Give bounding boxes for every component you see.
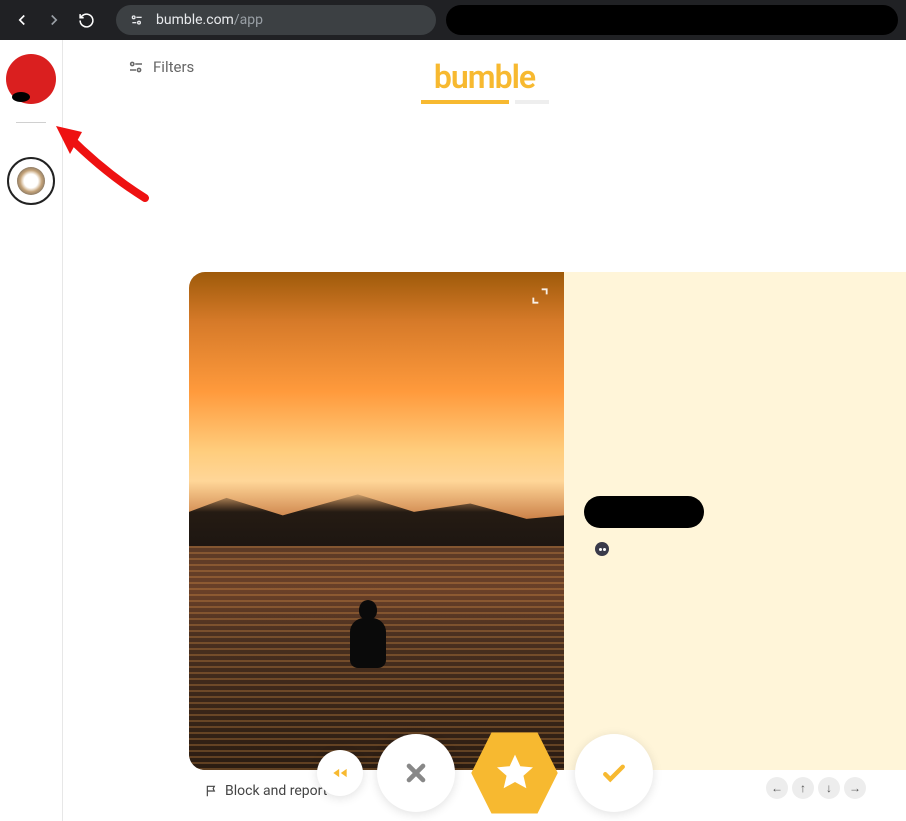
tune-icon xyxy=(127,58,145,76)
mode-tab-inactive[interactable] xyxy=(515,100,549,104)
mode-tab-active[interactable] xyxy=(421,100,509,104)
hint-key-right: → xyxy=(844,777,866,799)
superswipe-button[interactable] xyxy=(469,727,561,819)
match-queue-avatar[interactable] xyxy=(7,157,55,205)
rewind-icon xyxy=(330,763,350,783)
like-button[interactable] xyxy=(575,734,653,812)
redacted-extension-area xyxy=(446,5,898,35)
filters-button[interactable]: Filters xyxy=(127,58,194,76)
url-text: bumble.com/app xyxy=(156,12,263,28)
reload-button[interactable] xyxy=(72,6,100,34)
back-icon xyxy=(13,11,31,29)
profile-name-redacted xyxy=(584,496,704,528)
check-icon xyxy=(599,758,629,788)
mode-tabs xyxy=(421,100,549,104)
star-icon xyxy=(493,751,537,795)
expand-icon xyxy=(530,286,550,306)
flag-icon xyxy=(205,784,219,798)
own-profile-avatar[interactable] xyxy=(6,54,56,104)
block-report-label: Block and report xyxy=(225,783,327,799)
site-settings-icon[interactable] xyxy=(128,11,146,29)
block-report-button[interactable]: Block and report xyxy=(205,783,327,799)
hint-key-down: ↓ xyxy=(818,777,840,799)
profile-photo[interactable] xyxy=(189,272,564,770)
forward-icon xyxy=(45,11,63,29)
reload-icon xyxy=(78,12,95,29)
expand-photo-button[interactable] xyxy=(530,286,550,310)
brand-logo[interactable]: bumble xyxy=(421,58,549,104)
main-content: Filters bumble xyxy=(63,40,906,821)
x-icon xyxy=(402,759,430,787)
sidebar xyxy=(0,40,63,821)
avatar-image xyxy=(17,167,45,195)
profile-card xyxy=(189,272,906,770)
profile-badge-icon xyxy=(595,542,609,556)
hint-key-left: ← xyxy=(766,777,788,799)
rewind-button[interactable] xyxy=(317,750,363,796)
brand-text: bumble xyxy=(421,58,549,96)
sidebar-divider xyxy=(16,122,46,123)
profile-info-panel xyxy=(564,272,906,770)
forward-button[interactable] xyxy=(40,6,68,34)
browser-toolbar: bumble.com/app xyxy=(0,0,906,40)
action-bar xyxy=(317,727,653,819)
keyboard-hints: ← ↑ ↓ → xyxy=(766,777,866,799)
pass-button[interactable] xyxy=(377,734,455,812)
hint-key-up: ↑ xyxy=(792,777,814,799)
top-bar: Filters bumble xyxy=(63,40,906,110)
address-bar[interactable]: bumble.com/app xyxy=(116,5,436,35)
filters-label: Filters xyxy=(153,58,194,76)
back-button[interactable] xyxy=(8,6,36,34)
